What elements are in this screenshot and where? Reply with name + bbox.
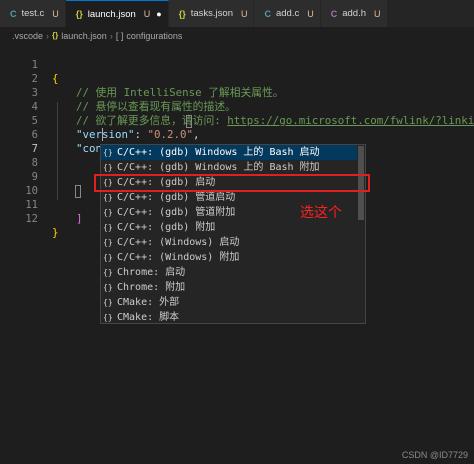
highlight-box: [94, 174, 370, 192]
tab-label: add.c: [275, 8, 300, 19]
close-brace: }: [52, 226, 59, 239]
code-line: 8: [0, 142, 38, 169]
code-line: 4 // 欲了解更多信息，请访问: https://go.microsoft.c…: [0, 86, 474, 127]
suggestion-widget[interactable]: {} C/C++: (gdb) Windows 上的 Bash 启动 {} C/C+…: [100, 144, 366, 324]
docs-link[interactable]: https://go.microsoft.com/fwlink/?linkid=…: [227, 114, 474, 127]
suggestion-label: Chrome: 附加: [117, 282, 186, 293]
suggestion-label: CMake: 脚本: [117, 312, 180, 323]
breadcrumb: .vscode › {} launch.json › [ ] configura…: [0, 27, 474, 44]
c-file-icon: C: [10, 8, 17, 19]
suggestion-item[interactable]: {} CMake: 外部: [101, 295, 357, 310]
header-file-icon: C: [330, 8, 338, 19]
code-line: 5 "version": "0.2.0",: [0, 100, 200, 141]
code-line: 10: [0, 170, 38, 197]
untracked-badge: U: [143, 9, 151, 19]
suggestion-label: C/C++: (gdb) 管道启动: [117, 192, 236, 203]
suggestion-label: CMake: 外部: [117, 297, 180, 308]
chevron-right-icon: ›: [109, 30, 113, 41]
suggestion-item[interactable]: {} Chrome: 启动: [101, 265, 357, 280]
tab-add-c[interactable]: C add.c U: [254, 0, 321, 27]
indent-guide: [57, 102, 58, 200]
comment: // 悬停以查看现有属性的描述。: [76, 100, 236, 113]
comment-text: // 欲了解更多信息，请访问:: [76, 114, 228, 127]
json-file-icon: {}: [52, 31, 59, 40]
bracket-match-highlight: [75, 185, 81, 198]
snippet-icon: {}: [103, 208, 113, 217]
snippet-icon: {}: [103, 223, 113, 232]
suggestion-item[interactable]: {} C/C++: (gdb) Windows 上的 Bash 附加: [101, 160, 357, 175]
code-line: 3 // 悬停以查看现有属性的描述。: [0, 72, 236, 113]
code-line: 12 }: [0, 198, 58, 239]
snippet-icon: {}: [103, 163, 113, 172]
comma: ,: [193, 128, 200, 141]
snippet-icon: {}: [103, 253, 113, 262]
comment: // 使用 IntelliSense 了解相关属性。: [76, 86, 284, 99]
tab-label: test.c: [21, 8, 45, 19]
suggestion-item[interactable]: {} C/C++: (gdb) Windows 上的 Bash 启动: [101, 145, 357, 160]
untracked-badge: U: [307, 8, 314, 19]
suggestion-item[interactable]: {} C/C++: (gdb) 附加: [101, 220, 357, 235]
snippet-icon: {}: [103, 313, 113, 322]
suggestion-label: C/C++: (Windows) 启动: [117, 237, 240, 248]
editor-tabs: C test.c U {} launch.json U ● {} tasks.j…: [0, 0, 474, 27]
json-key: "version": [76, 128, 135, 141]
tab-test-c[interactable]: C test.c U: [0, 0, 66, 27]
breadcrumb-folder[interactable]: .vscode: [12, 31, 43, 41]
snippet-icon: {}: [103, 283, 113, 292]
untracked-badge: U: [374, 8, 381, 19]
suggestion-label: C/C++: (gdb) 管道附加: [117, 207, 236, 218]
line-number: 12: [25, 213, 38, 225]
json-file-icon: {}: [178, 8, 186, 19]
annotation-text: 选这个: [300, 205, 342, 221]
c-file-icon: C: [264, 8, 271, 19]
snippet-icon: {}: [103, 148, 113, 157]
code-line: 2 // 使用 IntelliSense 了解相关属性。: [0, 58, 284, 99]
suggestion-label: C/C++: (gdb) Windows 上的 Bash 启动: [117, 147, 320, 158]
suggestion-label: C/C++: (Windows) 附加: [117, 252, 240, 263]
code-line: 9: [0, 156, 38, 183]
close-bracket: ]: [76, 212, 83, 225]
code-line: 6 "configurations": [: [0, 114, 200, 155]
array-icon: [ ]: [115, 30, 124, 41]
code-line: 7: [0, 128, 38, 155]
chevron-right-icon: ›: [46, 30, 50, 41]
snippet-icon: {}: [103, 268, 113, 277]
json-file-icon: {}: [75, 9, 83, 19]
text-cursor: [102, 128, 103, 141]
suggestion-label: C/C++: (gdb) Windows 上的 Bash 附加: [117, 162, 320, 173]
tab-label: launch.json: [87, 8, 136, 20]
unsaved-dot-icon[interactable]: ●: [156, 9, 161, 19]
tab-label: tasks.json: [190, 8, 233, 19]
tab-launch-json[interactable]: {} launch.json U ●: [65, 0, 169, 27]
version-entry: "version": "0.2.0",: [76, 128, 200, 142]
tab-label: add.h: [342, 8, 367, 19]
comment: // 欲了解更多信息，请访问: https://go.microsoft.com…: [76, 114, 474, 128]
tab-add-h[interactable]: C add.h U: [320, 0, 388, 27]
snippet-icon: {}: [103, 298, 113, 307]
json-string: "0.2.0": [147, 128, 194, 141]
suggestion-item[interactable]: {} C/C++: (Windows) 启动: [101, 235, 357, 250]
suggestion-label: Chrome: 启动: [117, 267, 186, 278]
untracked-badge: U: [240, 8, 248, 19]
breadcrumb-node[interactable]: configurations: [126, 31, 182, 41]
bracket-match-highlight: [186, 115, 192, 128]
snippet-icon: {}: [103, 193, 113, 202]
open-brace: {: [52, 72, 59, 85]
untracked-badge: U: [52, 8, 59, 19]
code-line: 11 ]: [0, 184, 82, 225]
watermark: CSDN @ID7729: [401, 450, 468, 460]
suggestion-item[interactable]: {} C/C++: (Windows) 附加: [101, 250, 357, 265]
suggestion-label: C/C++: (gdb) 附加: [117, 222, 216, 233]
colon: :: [134, 128, 148, 141]
breadcrumb-file[interactable]: launch.json: [61, 31, 107, 41]
code-line: 1 {: [0, 44, 59, 85]
tab-tasks-json[interactable]: {} tasks.json U: [168, 0, 255, 27]
suggestion-item[interactable]: {} CMake: 脚本: [101, 310, 357, 323]
suggestion-item[interactable]: {} Chrome: 附加: [101, 280, 357, 295]
snippet-icon: {}: [103, 238, 113, 247]
